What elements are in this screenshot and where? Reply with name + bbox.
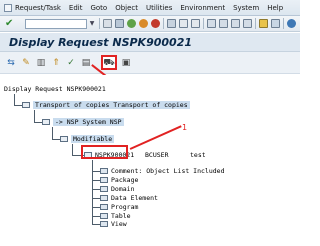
display-change-icon[interactable]: ⇆	[5, 57, 17, 69]
tree-connector	[92, 224, 100, 225]
application-toolbar: ⇆ ✎ ▥ ⇑ ✓ ▤ ⛟ ▣	[0, 52, 300, 74]
toolbar-separator	[255, 18, 256, 29]
menu-goto[interactable]: Goto	[90, 4, 107, 12]
child-label: Program	[111, 203, 139, 211]
tree-connector	[92, 189, 100, 190]
tree-node-target[interactable]: -> NSP System NSP	[42, 118, 124, 127]
child-label: Data Element	[111, 194, 158, 202]
menu-edit[interactable]: Edit	[69, 4, 83, 12]
shortcut-icon[interactable]	[271, 19, 280, 28]
delete-icon[interactable]: ▥	[35, 57, 47, 69]
release-directly-icon[interactable]: ⛟	[101, 55, 117, 70]
tree-root: Display Request NSPK900021	[4, 85, 106, 93]
request-owner: BCUSER	[145, 151, 169, 159]
system-menu-icon[interactable]	[4, 3, 12, 12]
object-icon	[100, 168, 108, 174]
folder-icon	[60, 136, 68, 142]
save-icon[interactable]	[115, 19, 124, 28]
annotation-box-1	[81, 145, 128, 159]
object-icon	[100, 177, 108, 183]
print-icon[interactable]	[167, 19, 176, 28]
object-icon	[100, 204, 108, 210]
documentation-icon[interactable]: ▤	[80, 57, 92, 69]
cancel-icon[interactable]	[151, 19, 160, 28]
tree-connector	[92, 171, 100, 172]
tree-node-child[interactable]: View	[100, 220, 127, 229]
status-label: Modifiable	[71, 135, 115, 143]
help-icon[interactable]	[287, 19, 296, 28]
request-description: test	[190, 151, 206, 159]
previous-page-icon[interactable]	[219, 19, 228, 28]
object-icon	[100, 195, 108, 201]
folder-icon	[22, 102, 30, 108]
tree-connector	[34, 122, 42, 123]
exit-icon[interactable]	[139, 19, 148, 28]
tree-node-child[interactable]: Package	[100, 176, 138, 185]
object-icon	[100, 213, 108, 219]
toolbar-separator	[163, 18, 164, 29]
edit-pencil-icon[interactable]: ✎	[20, 57, 32, 69]
tree-node-child[interactable]: Comment: Object List Included	[100, 167, 225, 176]
menu-request-task[interactable]: Request/Task	[15, 4, 61, 12]
create-session-icon[interactable]	[259, 19, 268, 28]
child-label: Comment: Object List Included	[111, 167, 225, 175]
menu-environment[interactable]: Environment	[180, 4, 225, 12]
child-label: Domain	[111, 185, 135, 193]
child-label: View	[111, 220, 127, 228]
object-icon	[100, 221, 108, 227]
toolbar-separator	[203, 18, 204, 29]
next-page-icon[interactable]	[231, 19, 240, 28]
child-label: Package	[111, 176, 139, 184]
menu-utilities[interactable]: Utilities	[146, 4, 172, 12]
menu-system[interactable]: System	[233, 4, 259, 12]
tree-node-child[interactable]: Data Element	[100, 194, 158, 203]
tree-connector	[52, 139, 60, 140]
tree-connector	[92, 198, 100, 199]
enter-check-icon[interactable]: ✔	[5, 18, 15, 29]
tree-node-status[interactable]: Modifiable	[60, 135, 115, 144]
transport-label: Transport of copies Transport of copies	[33, 101, 190, 109]
request-tree: Display Request NSPK900021 Transport of …	[0, 75, 300, 246]
last-page-icon[interactable]	[243, 19, 252, 28]
tree-connector	[92, 216, 100, 217]
check-objects-icon[interactable]: ✓	[65, 57, 77, 69]
back-icon[interactable]	[127, 19, 136, 28]
tree-node-transport[interactable]: Transport of copies Transport of copies	[22, 101, 190, 110]
first-page-icon[interactable]	[207, 19, 216, 28]
menu-bar: Request/Task Edit Goto Object Utilities …	[0, 0, 300, 16]
toolbar-separator	[283, 18, 284, 29]
tree-connector	[92, 207, 100, 208]
annotation-marker-1: 1	[182, 123, 188, 132]
tree-connector	[14, 105, 22, 106]
object-icon	[100, 186, 108, 192]
menu-object[interactable]: Object	[115, 4, 138, 12]
menu-help[interactable]: Help	[267, 4, 283, 12]
target-label: -> NSP System NSP	[53, 118, 124, 126]
command-field[interactable]	[25, 18, 87, 29]
print-request-icon[interactable]: ▣	[120, 57, 132, 69]
toolbar-separator	[99, 18, 100, 29]
find-next-icon[interactable]	[191, 19, 200, 28]
find-icon[interactable]	[179, 19, 188, 28]
tree-node-child[interactable]: Program	[100, 203, 138, 212]
release-icon[interactable]: ⇑	[50, 57, 62, 69]
back-nav-icon[interactable]	[103, 19, 112, 28]
tree-connector	[92, 160, 93, 224]
folder-icon	[42, 119, 50, 125]
tree-connector	[92, 180, 100, 181]
command-dropdown-icon[interactable]: ▼	[88, 19, 96, 29]
page-title: Display Request NSPK900021	[0, 33, 300, 52]
child-label: Table	[111, 212, 131, 220]
standard-toolbar: ✔ ▼	[0, 16, 300, 32]
tree-node-child[interactable]: Domain	[100, 185, 134, 194]
